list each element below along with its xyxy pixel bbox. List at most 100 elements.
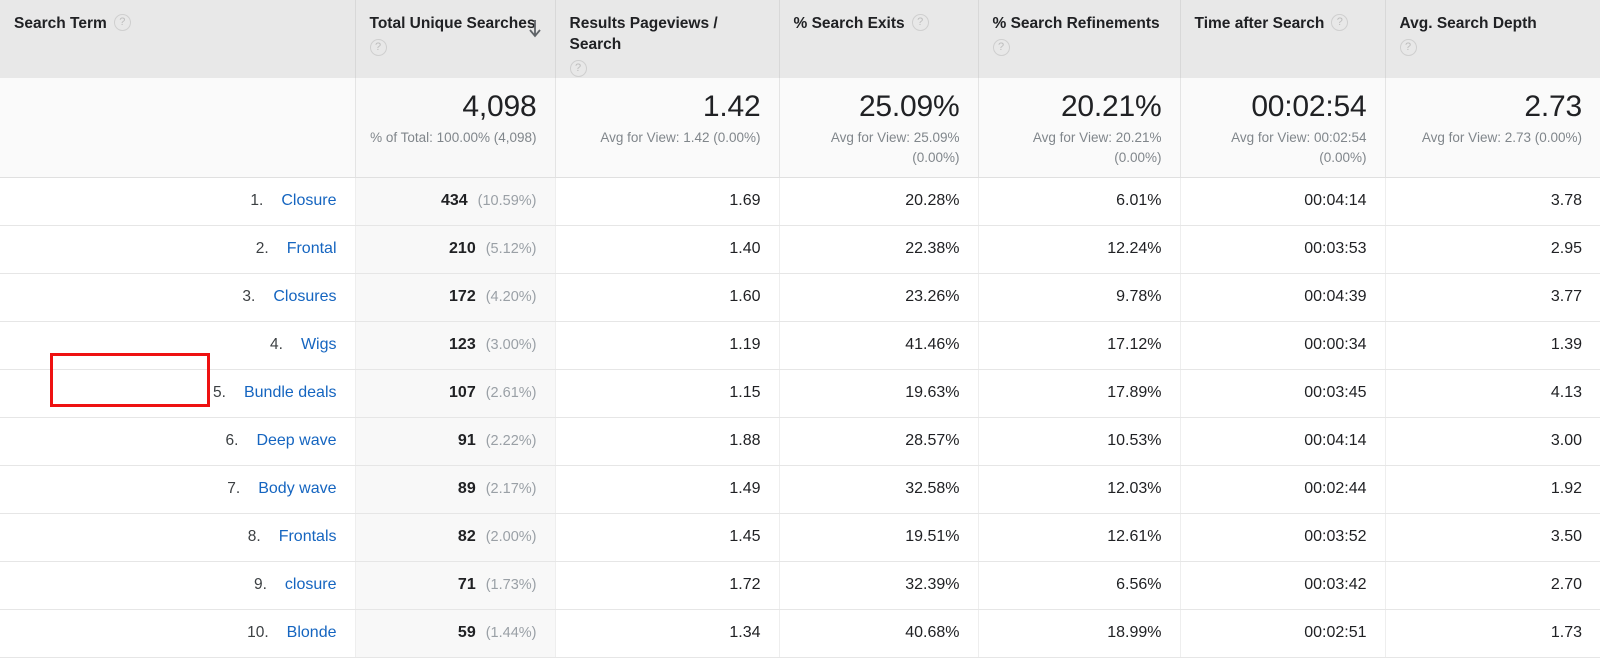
help-icon[interactable]: ? <box>569 59 587 77</box>
arrow-down-icon[interactable] <box>527 18 543 40</box>
unique-searches-value: 59 <box>457 624 476 642</box>
cell-results-pageviews-per-search: 1.69 <box>555 177 780 226</box>
summary-subtext: % of Total: 100.00% (4,098) <box>370 130 537 146</box>
cell-search-exits: 40.68% <box>779 609 979 658</box>
cell-results-pageviews-per-search: 1.40 <box>555 225 780 274</box>
row-index: 2. <box>255 240 269 258</box>
row-index: 4. <box>270 336 283 354</box>
unique-searches-value: 210 <box>449 240 476 258</box>
summary-cell-avg-search-depth: 2.73 Avg for View: 2.73 (0.00%) <box>1385 77 1600 178</box>
column-header-label: % Search Exits <box>793 15 905 32</box>
column-header-results-pageviews-per-search[interactable]: Results Pageviews / Search ? <box>555 0 780 78</box>
cell-total-unique-searches: 59 (1.44%) <box>355 609 556 658</box>
cell-search-exits: 41.46% <box>779 321 979 370</box>
summary-cell-results-pageviews-per-search: 1.42 Avg for View: 1.42 (0.00%) <box>555 77 780 178</box>
help-icon[interactable]: ? <box>911 14 929 32</box>
cell-results-pageviews-per-search: 1.72 <box>555 561 780 610</box>
search-term-link[interactable]: Deep wave <box>256 432 336 449</box>
help-icon[interactable]: ? <box>369 38 387 56</box>
summary-row: 4,098 % of Total: 100.00% (4,098) 1.42 A… <box>0 77 1600 178</box>
search-term-link[interactable]: Body wave <box>258 480 336 497</box>
cell-total-unique-searches: 123 (3.00%) <box>355 321 556 370</box>
search-term-link[interactable]: Frontals <box>279 528 337 545</box>
cell-search-term: 4. Wigs <box>0 321 356 370</box>
help-icon[interactable]: ? <box>1331 14 1349 32</box>
summary-subtext: Avg for View: 25.09% (0.00%) <box>830 130 960 165</box>
unique-searches-share: (2.61%) <box>485 385 537 402</box>
unique-searches-value: 91 <box>457 432 476 450</box>
search-term-link[interactable]: Closures <box>273 288 336 305</box>
cell-avg-search-depth: 3.78 <box>1385 177 1600 226</box>
search-term-link[interactable]: Frontal <box>287 240 337 257</box>
table-row: 5. Bundle deals 107 (2.61%) 1.15 19.63% 17.89%… <box>0 369 1600 418</box>
search-term-link[interactable]: Bundle deals <box>244 384 337 401</box>
column-header-search-exits[interactable]: % Search Exits? <box>779 0 979 78</box>
table-row: 10. Blonde 59 (1.44%) 1.34 40.68% 18.99% 00:02:… <box>0 609 1600 658</box>
table-row: 6. Deep wave 91 (2.22%) 1.88 28.57% 10.53% 00:0… <box>0 417 1600 466</box>
cell-search-exits: 32.39% <box>779 561 979 610</box>
cell-results-pageviews-per-search: 1.45 <box>555 513 780 562</box>
column-header-label: % Search Refinements <box>992 15 1160 32</box>
cell-time-after-search: 00:03:52 <box>1180 513 1386 562</box>
cell-search-exits: 19.51% <box>779 513 979 562</box>
summary-cell-search-refinements: 20.21% Avg for View: 20.21% (0.00%) <box>978 77 1181 178</box>
help-icon[interactable]: ? <box>113 14 131 32</box>
table-row: 3. Closures 172 (4.20%) 1.60 23.26% 9.78% 00:04… <box>0 273 1600 322</box>
summary-value: 1.42 <box>702 89 761 123</box>
unique-searches-value: 172 <box>449 288 476 306</box>
table-row: 2. Frontal 210 (5.12%) 1.40 22.38% 12.24% 00:03… <box>0 225 1600 274</box>
search-term-link[interactable]: Blonde <box>287 624 337 641</box>
cell-total-unique-searches: 210 (5.12%) <box>355 225 556 274</box>
column-header-avg-search-depth[interactable]: Avg. Search Depth ? <box>1385 0 1600 78</box>
help-icon[interactable]: ? <box>992 38 1010 56</box>
cell-total-unique-searches: 172 (4.20%) <box>355 273 556 322</box>
unique-searches-value: 89 <box>457 480 476 498</box>
table-header: Search Term? Total Unique Searches ? Res… <box>0 0 1600 78</box>
search-term-link[interactable]: Closure <box>281 192 336 209</box>
cell-avg-search-depth: 1.73 <box>1385 609 1600 658</box>
cell-total-unique-searches: 89 (2.17%) <box>355 465 556 514</box>
column-header-search-term[interactable]: Search Term? <box>0 0 356 78</box>
help-icon[interactable]: ? <box>1399 38 1417 56</box>
column-header-search-refinements[interactable]: % Search Refinements ? <box>978 0 1181 78</box>
row-index: 9. <box>253 576 267 594</box>
cell-search-refinements: 17.89% <box>978 369 1181 418</box>
search-term-link[interactable]: Wigs <box>301 336 337 353</box>
cell-search-refinements: 9.78% <box>978 273 1181 322</box>
cell-search-term: 1. Closure <box>0 177 356 226</box>
summary-cell-search-term <box>0 77 356 178</box>
cell-search-refinements: 17.12% <box>978 321 1181 370</box>
cell-search-refinements: 6.56% <box>978 561 1181 610</box>
unique-searches-share: (10.59%) <box>477 193 537 210</box>
cell-total-unique-searches: 434 (10.59%) <box>355 177 556 226</box>
cell-time-after-search: 00:03:42 <box>1180 561 1386 610</box>
column-header-time-after-search[interactable]: Time after Search? <box>1180 0 1386 78</box>
cell-results-pageviews-per-search: 1.15 <box>555 369 780 418</box>
cell-avg-search-depth: 4.13 <box>1385 369 1600 418</box>
cell-results-pageviews-per-search: 1.60 <box>555 273 780 322</box>
cell-search-exits: 20.28% <box>779 177 979 226</box>
cell-time-after-search: 00:03:53 <box>1180 225 1386 274</box>
unique-searches-share: (3.00%) <box>485 337 537 354</box>
cell-time-after-search: 00:04:39 <box>1180 273 1386 322</box>
column-header-total-unique-searches[interactable]: Total Unique Searches ? <box>355 0 556 78</box>
table-row: 7. Body wave 89 (2.17%) 1.49 32.58% 12.03% 00:0… <box>0 465 1600 514</box>
row-index: 5. <box>213 384 226 402</box>
unique-searches-share: (2.00%) <box>485 529 537 546</box>
column-header-label: Time after Search <box>1194 15 1325 32</box>
header-row: Search Term? Total Unique Searches ? Res… <box>0 0 1600 78</box>
cell-time-after-search: 00:00:34 <box>1180 321 1386 370</box>
cell-search-exits: 22.38% <box>779 225 979 274</box>
cell-avg-search-depth: 2.70 <box>1385 561 1600 610</box>
cell-results-pageviews-per-search: 1.19 <box>555 321 780 370</box>
cell-search-exits: 32.58% <box>779 465 979 514</box>
table-row: 4. Wigs 123 (3.00%) 1.19 41.46% 17.12% 00:00:34… <box>0 321 1600 370</box>
row-index: 8. <box>247 528 261 546</box>
column-header-label: Avg. Search Depth <box>1399 15 1537 32</box>
summary-value: 4,098 <box>462 89 537 123</box>
cell-avg-search-depth: 1.39 <box>1385 321 1600 370</box>
cell-search-exits: 19.63% <box>779 369 979 418</box>
search-term-link[interactable]: closure <box>285 576 337 593</box>
cell-results-pageviews-per-search: 1.34 <box>555 609 780 658</box>
cell-avg-search-depth: 2.95 <box>1385 225 1600 274</box>
